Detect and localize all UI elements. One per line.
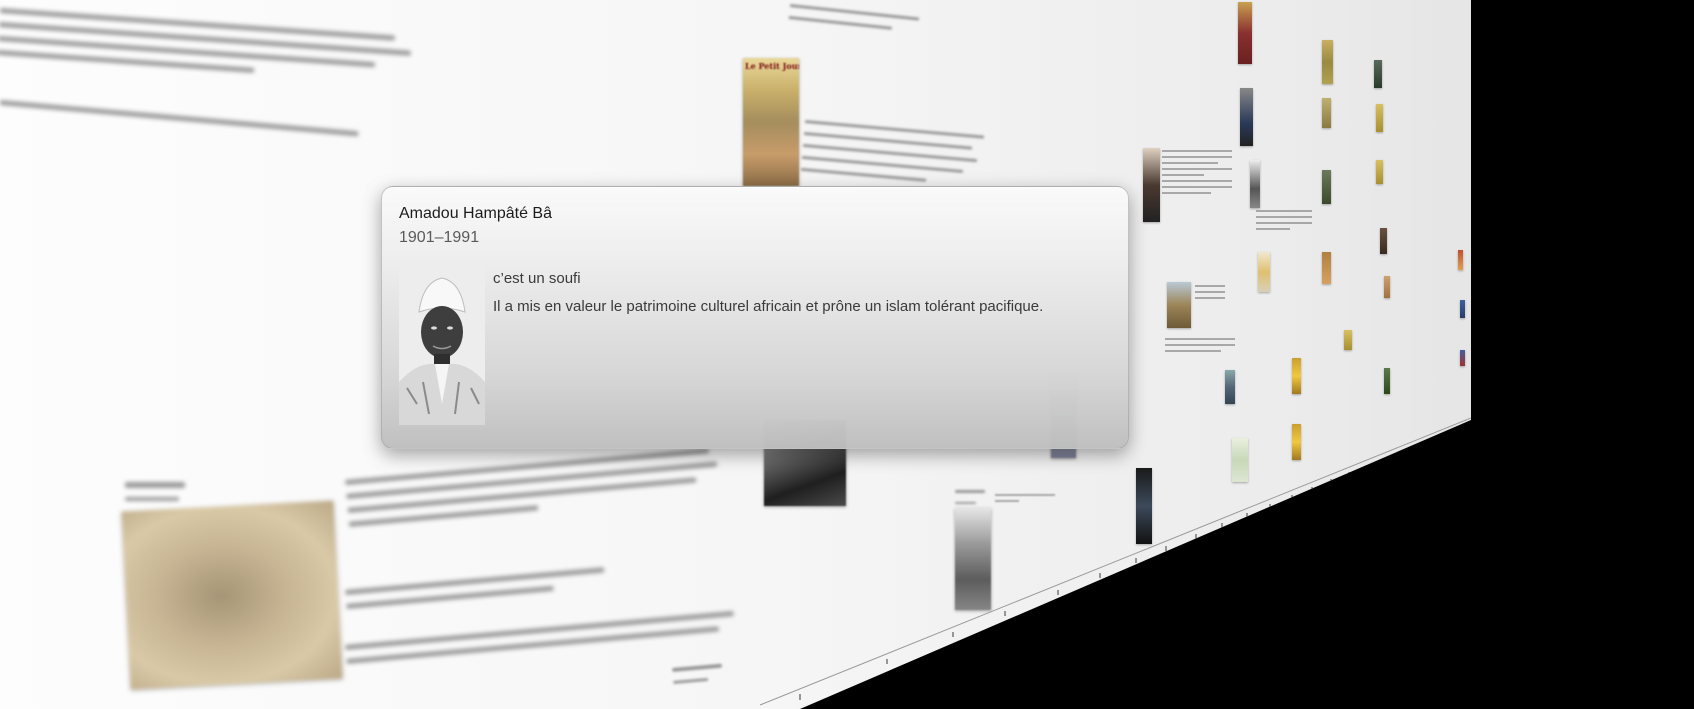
blurred-text-block xyxy=(787,4,920,41)
blurred-text-block xyxy=(0,8,429,94)
map-thumbnail[interactable] xyxy=(1232,438,1248,482)
gold-thumbnail[interactable] xyxy=(1292,358,1301,394)
person-tagline: c’est un soufi xyxy=(493,270,581,287)
blurred-text-block xyxy=(0,100,359,145)
portrait-thumbnail[interactable] xyxy=(1238,2,1252,64)
gold-thumbnail[interactable] xyxy=(1292,424,1301,460)
portrait-thumbnail[interactable] xyxy=(955,508,991,610)
newspaper-label: Le Petit Journal xyxy=(745,61,799,71)
person-dates: 1901–1991 xyxy=(399,229,480,246)
blurred-text-block xyxy=(1256,210,1312,234)
gold-thumbnail[interactable] xyxy=(1376,160,1383,184)
gold-thumbnail[interactable] xyxy=(1344,330,1352,350)
portrait-thumbnail[interactable] xyxy=(1143,148,1160,222)
dark-thumbnail[interactable] xyxy=(1460,350,1465,366)
dark-thumbnail[interactable] xyxy=(1458,250,1463,270)
portrait-thumbnail[interactable] xyxy=(1240,88,1253,146)
blurred-text-block xyxy=(800,120,985,195)
person-popup-card[interactable]: Amadou Hampâté Bâ 1901–1991 c’est un sou… xyxy=(381,186,1129,449)
dark-thumbnail[interactable] xyxy=(1384,368,1390,394)
person-description: Il a mis en valeur le patrimoine culture… xyxy=(493,298,1044,315)
portrait-thumbnail[interactable] xyxy=(1250,160,1260,208)
gold-thumbnail[interactable] xyxy=(1322,252,1331,284)
dark-thumbnail[interactable] xyxy=(1380,228,1387,254)
blurred-heading xyxy=(125,482,185,510)
dark-thumbnail[interactable] xyxy=(1225,370,1235,404)
dark-thumbnail[interactable] xyxy=(1322,170,1331,204)
gold-thumbnail[interactable] xyxy=(1384,276,1390,298)
blurred-heading xyxy=(672,663,724,693)
blurred-text-block xyxy=(345,447,728,536)
blurred-text-block xyxy=(1165,338,1235,356)
person-name: Amadou Hampâté Bâ xyxy=(399,205,552,222)
gold-thumbnail[interactable] xyxy=(1376,104,1383,132)
portrait-photo-icon xyxy=(399,264,485,425)
map-thumbnail[interactable] xyxy=(121,500,343,690)
gold-thumbnail[interactable] xyxy=(1322,40,1333,84)
newspaper-thumbnail[interactable]: Le Petit Journal xyxy=(743,58,799,186)
blurred-text-block xyxy=(345,567,606,618)
dark-thumbnail[interactable] xyxy=(1136,468,1152,544)
blurred-text-block xyxy=(1195,285,1225,303)
blurred-text-block xyxy=(995,494,1055,506)
blurred-text-block xyxy=(345,611,736,673)
landscape-thumbnail[interactable] xyxy=(1167,282,1191,328)
dark-thumbnail[interactable] xyxy=(1460,300,1465,318)
gold-thumbnail[interactable] xyxy=(1322,98,1331,128)
dark-thumbnail[interactable] xyxy=(1374,60,1382,88)
blurred-text-block xyxy=(1162,150,1232,198)
map-thumbnail[interactable] xyxy=(1258,252,1270,292)
